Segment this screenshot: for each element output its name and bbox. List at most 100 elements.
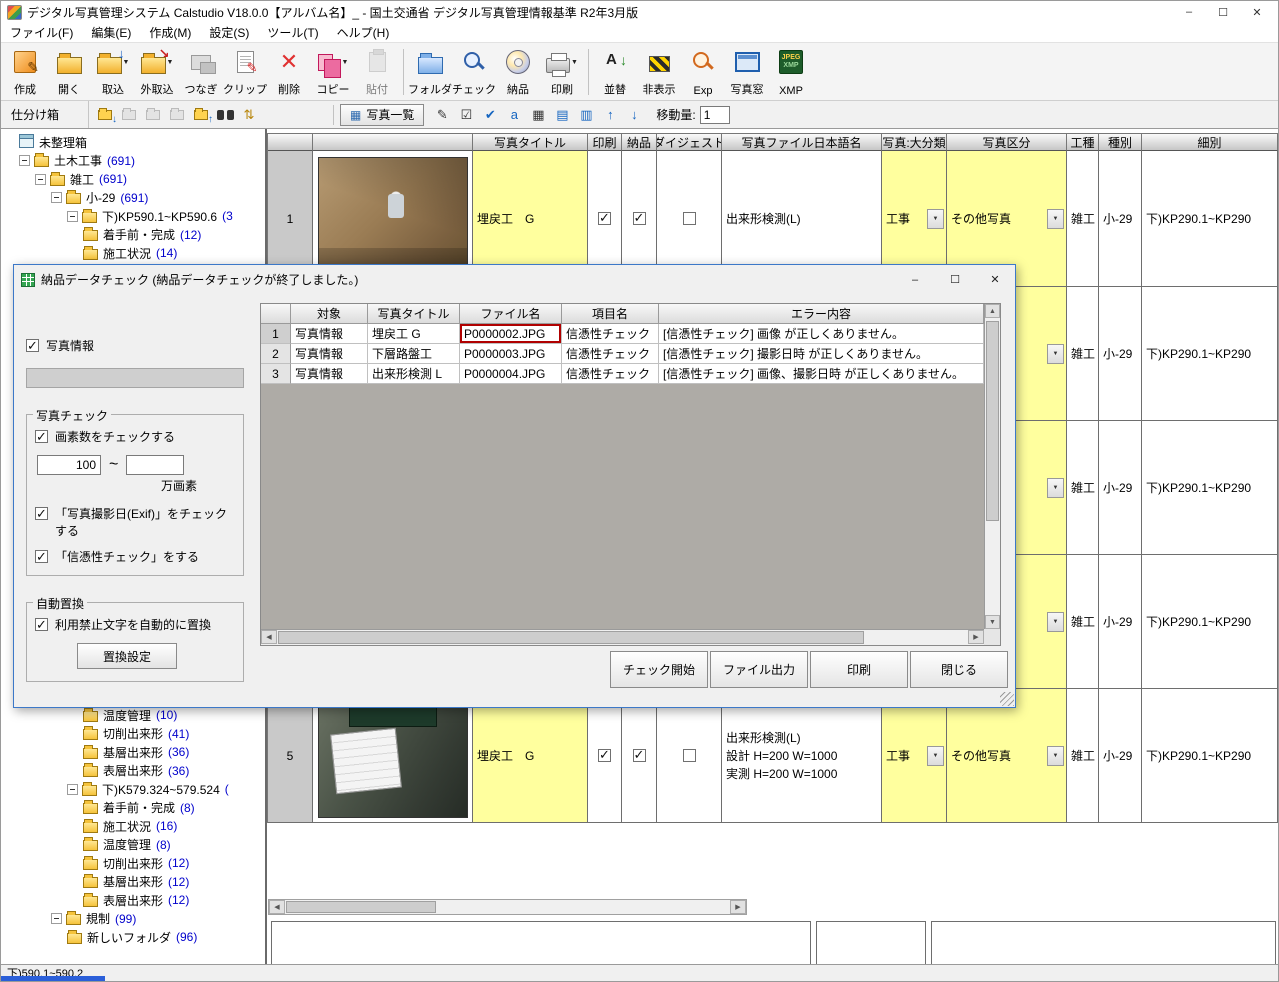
move-amount-input[interactable] — [700, 106, 730, 124]
menu-file[interactable]: ファイル(F) — [1, 22, 82, 43]
menu-create[interactable]: 作成(M) — [140, 22, 200, 43]
error-row-number[interactable]: 1 — [261, 324, 291, 344]
error-cell[interactable]: 写真情報 — [291, 364, 368, 384]
tree-item[interactable]: 表層出来形(36) — [1, 762, 265, 781]
photo-info-checkbox[interactable] — [26, 339, 39, 352]
close-button[interactable]: ✕ — [1240, 2, 1274, 23]
error-cell[interactable]: 埋戻工 G — [368, 324, 460, 344]
saibetsu-cell[interactable]: 下)KP290.1~KP290 — [1142, 151, 1278, 287]
tree-item[interactable]: 温度管理(10) — [1, 706, 265, 725]
error-cell[interactable]: 出来形検測 L — [368, 364, 460, 384]
text-field-button[interactable]: a — [503, 104, 525, 126]
sort-folders-button[interactable]: ⇅ — [238, 104, 260, 126]
tree-item[interactable]: 温度管理(8) — [1, 836, 265, 855]
error-cell[interactable]: 信憑性チェック — [562, 324, 659, 344]
print-checkbox[interactable] — [598, 212, 611, 225]
delivery-button[interactable]: 納品 — [496, 44, 540, 99]
tree-item[interactable]: 新しいフォルダ(96) — [1, 928, 265, 947]
tree-item[interactable]: 土木工事(691) — [1, 152, 265, 171]
photo-title-cell[interactable]: 埋戻工 G — [473, 689, 588, 823]
photo-info-row[interactable]: 写真情報 — [26, 338, 258, 354]
shubetsu-cell[interactable]: 小-29 — [1099, 151, 1142, 287]
file-name-cell[interactable]: 出来形検測(L) 設計 H=200 W=1000 実測 H=200 W=1000 — [722, 689, 882, 823]
grid-view-button[interactable]: ▦ — [527, 104, 549, 126]
digest-checkbox[interactable] — [683, 212, 696, 225]
category-cell[interactable]: 工事▼ — [882, 689, 947, 823]
edit-note-button[interactable]: ✎ — [431, 104, 453, 126]
print-button[interactable]: ▼印刷 — [540, 44, 584, 99]
delete-folder-button[interactable] — [166, 104, 188, 126]
error-vertical-scrollbar[interactable]: ▲ ▼ — [984, 304, 1000, 629]
dropdown-button[interactable]: ▼ — [1047, 478, 1064, 498]
tree-item[interactable]: 着手前・完成(8) — [1, 799, 265, 818]
check-mark-button[interactable]: ✔ — [479, 104, 501, 126]
error-cell[interactable]: 写真情報 — [291, 344, 368, 364]
credibility-check-checkbox[interactable] — [35, 550, 48, 563]
tree-item[interactable]: 基層出来形(12) — [1, 873, 265, 892]
scroll-left-icon[interactable]: ◀ — [269, 900, 285, 914]
credibility-check-row[interactable]: 「信憑性チェック」をする — [35, 549, 235, 565]
dropdown-button[interactable]: ▼ — [1047, 612, 1064, 632]
error-cell[interactable]: 信憑性チェック — [562, 364, 659, 384]
koushu-cell[interactable]: 雑工 — [1067, 555, 1099, 689]
tree-item[interactable]: 切削出来形(12) — [1, 854, 265, 873]
tree-item[interactable]: 施工状況(16) — [1, 817, 265, 836]
tree-item[interactable]: 雑工(691) — [1, 170, 265, 189]
dropdown-button[interactable]: ▼ — [927, 746, 944, 766]
error-row[interactable]: 3写真情報出来形検測 LP0000004.JPG信憑性チェック[信憑性チェック]… — [261, 364, 984, 384]
tree-expander-icon[interactable] — [67, 211, 78, 222]
check-button[interactable]: チェック — [452, 44, 496, 99]
error-row[interactable]: 2写真情報下層路盤工P0000003.JPG信憑性チェック[信憑性チェック] 撮… — [261, 344, 984, 364]
saibetsu-cell[interactable]: 下)KP290.1~KP290 — [1142, 287, 1278, 421]
dialog-close-button[interactable]: ✕ — [975, 265, 1015, 294]
dropdown-button[interactable]: ▼ — [1047, 344, 1064, 364]
folder-button[interactable]: フォルダ — [408, 44, 452, 99]
error-cell[interactable]: [信憑性チェック] 画像、撮影日時 が正しくありません。 — [659, 364, 984, 384]
error-horizontal-scrollbar[interactable]: ◀ ▶ — [261, 629, 984, 645]
delivery-cell[interactable] — [622, 689, 657, 823]
error-cell[interactable]: 下層路盤工 — [368, 344, 460, 364]
open-button[interactable]: 開く — [47, 44, 91, 99]
move-up-button[interactable]: ↑ — [599, 104, 621, 126]
move-down-button[interactable]: ↓ — [623, 104, 645, 126]
exp-button[interactable]: Exp — [681, 44, 725, 99]
scrollbar-thumb[interactable] — [286, 901, 436, 913]
pixel-min-input[interactable] — [37, 455, 101, 475]
import-button[interactable]: ▼取込 — [91, 44, 135, 99]
clip-button[interactable]: クリップ — [223, 44, 267, 99]
edit-folder-button[interactable] — [142, 104, 164, 126]
error-row-number[interactable]: 3 — [261, 364, 291, 384]
koushu-cell[interactable]: 雑工 — [1067, 151, 1099, 287]
auto-replace-row[interactable]: 利用禁止文字を自動的に置換 — [35, 617, 235, 633]
search-button[interactable] — [214, 104, 236, 126]
tree-item[interactable]: 規制(99) — [1, 910, 265, 929]
tree-expander-icon[interactable] — [51, 913, 62, 924]
tree-item[interactable]: 小-29(691) — [1, 189, 265, 208]
digest-checkbox[interactable] — [683, 749, 696, 762]
connect-button[interactable]: つなぎ — [179, 44, 223, 99]
tree-item[interactable]: 未整理箱 — [1, 133, 265, 152]
saibetsu-cell[interactable]: 下)KP290.1~KP290 — [1142, 689, 1278, 823]
dropdown-button[interactable]: ▼ — [1047, 746, 1064, 766]
scroll-right-icon[interactable]: ▶ — [730, 900, 746, 914]
menu-help[interactable]: ヘルプ(H) — [328, 22, 399, 43]
check-start-button[interactable]: チェック開始 — [610, 651, 708, 688]
shubetsu-cell[interactable]: 小-29 — [1099, 421, 1142, 555]
error-cell[interactable]: P0000004.JPG — [460, 364, 562, 384]
copy-button[interactable]: ▼コピー — [311, 44, 355, 99]
create-button[interactable]: 作成 — [3, 44, 47, 99]
error-cell[interactable]: P0000003.JPG — [460, 344, 562, 364]
tree-expander-icon[interactable] — [35, 174, 46, 185]
file-output-button[interactable]: ファイル出力 — [710, 651, 808, 688]
xmp-button[interactable]: XMP — [769, 44, 813, 99]
row-number[interactable]: 5 — [268, 689, 313, 823]
pixel-check-checkbox[interactable] — [35, 430, 48, 443]
print-cell[interactable] — [588, 689, 622, 823]
tree-item[interactable]: 基層出来形(36) — [1, 743, 265, 762]
koushu-cell[interactable]: 雑工 — [1067, 689, 1099, 823]
koushu-cell[interactable]: 雑工 — [1067, 421, 1099, 555]
dropdown-arrow-icon[interactable]: ▼ — [571, 59, 578, 66]
saibetsu-cell[interactable]: 下)KP290.1~KP290 — [1142, 555, 1278, 689]
maximize-button[interactable]: ☐ — [1206, 2, 1240, 23]
dialog-maximize-button[interactable]: ☐ — [935, 265, 975, 294]
